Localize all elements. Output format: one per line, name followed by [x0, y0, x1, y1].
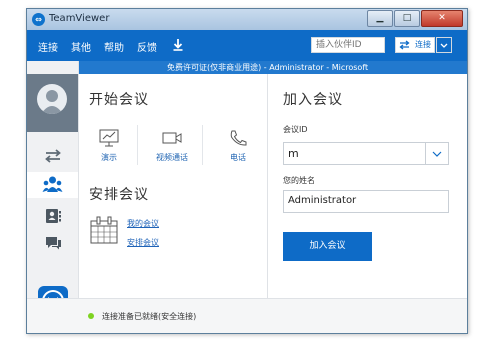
your-name-value: Administrator	[288, 195, 357, 206]
presentation-label: 演示	[101, 153, 117, 162]
window-controls: ▁ □ ✕	[366, 10, 463, 27]
meeting-people-icon	[42, 176, 63, 192]
phone-icon	[230, 130, 247, 146]
my-meetings-link[interactable]: 我的会议	[127, 218, 159, 229]
feature-divider	[202, 125, 203, 165]
menu-feedback[interactable]: 反馈	[137, 39, 157, 54]
maximize-button[interactable]: □	[394, 10, 420, 27]
your-name-label: 您的姓名	[283, 176, 315, 185]
join-meeting-button[interactable]: 加入会议	[283, 232, 372, 261]
meeting-id-value: m	[288, 147, 299, 160]
remote-control-icon[interactable]	[43, 148, 63, 164]
menu-bar: 连接 其他 帮助 反馈 连接	[27, 30, 467, 61]
status-text: 连接准备已就绪(安全连接)	[102, 312, 197, 321]
schedule-meeting-link[interactable]: 安排会议	[127, 237, 159, 248]
window-title: TeamViewer	[49, 13, 110, 24]
contacts-icon[interactable]	[43, 208, 63, 224]
video-call-button[interactable]: 视频通话	[147, 129, 197, 163]
meeting-id-label: 会议ID	[283, 125, 308, 134]
status-bar: 连接准备已就绪(安全连接)	[27, 298, 467, 333]
download-icon[interactable]	[173, 39, 183, 51]
menu-connect[interactable]: 连接	[38, 39, 58, 54]
teamviewer-window: ⇔ TeamViewer ▁ □ ✕ 连接 其他 帮助 反馈 连接	[26, 8, 468, 334]
video-call-label: 视频通话	[156, 153, 188, 162]
connect-button-label: 连接	[415, 40, 431, 49]
meeting-id-combobox[interactable]: m	[283, 142, 449, 165]
connect-dropdown-button[interactable]	[436, 37, 452, 53]
chat-icon[interactable]	[43, 235, 63, 251]
meeting-id-dropdown-button[interactable]	[425, 143, 448, 164]
avatar[interactable]	[37, 84, 67, 114]
join-meeting-title: 加入会议	[283, 92, 343, 108]
phone-button[interactable]: 电话	[213, 129, 263, 163]
feature-divider	[137, 125, 138, 165]
start-meeting-title: 开始会议	[89, 92, 149, 108]
close-button[interactable]: ✕	[421, 10, 463, 27]
calendar-icon	[90, 216, 118, 244]
user-silhouette-icon	[41, 90, 63, 114]
teamviewer-logo-icon: ⇔	[32, 13, 45, 26]
menu-other[interactable]: 其他	[71, 39, 91, 54]
presentation-icon	[99, 129, 119, 147]
connect-arrows-icon	[399, 40, 410, 50]
your-name-field[interactable]: Administrator	[283, 190, 449, 213]
video-camera-icon	[162, 132, 182, 144]
chevron-down-icon	[440, 43, 448, 48]
presentation-button[interactable]: 演示	[84, 129, 134, 163]
chevron-down-icon	[432, 151, 442, 157]
sidebar	[27, 61, 79, 299]
minimize-button[interactable]: ▁	[367, 10, 393, 27]
sidebar-item-meeting[interactable]	[27, 172, 78, 198]
status-indicator-icon	[88, 313, 94, 319]
partner-id-input[interactable]	[311, 37, 385, 53]
menu-help[interactable]: 帮助	[104, 39, 124, 54]
join-meeting-panel: 加入会议 会议ID m 您的姓名 Administrator 加入会议	[268, 74, 467, 299]
license-banner: 免费许可证(仅非商业用途) - Administrator - Microsof…	[27, 61, 467, 74]
schedule-meeting-title: 安排会议	[89, 187, 149, 203]
connect-button[interactable]: 连接	[395, 37, 435, 53]
phone-label: 电话	[230, 153, 246, 162]
license-text: 免费许可证(仅非商业用途) - Administrator - Microsof…	[167, 63, 369, 72]
account-area[interactable]	[27, 74, 78, 132]
meeting-main-panel: 开始会议 演示 视频通话 电话 安排会议 我的会议 安排会议	[79, 74, 268, 299]
title-bar: ⇔ TeamViewer ▁ □ ✕	[27, 9, 467, 30]
